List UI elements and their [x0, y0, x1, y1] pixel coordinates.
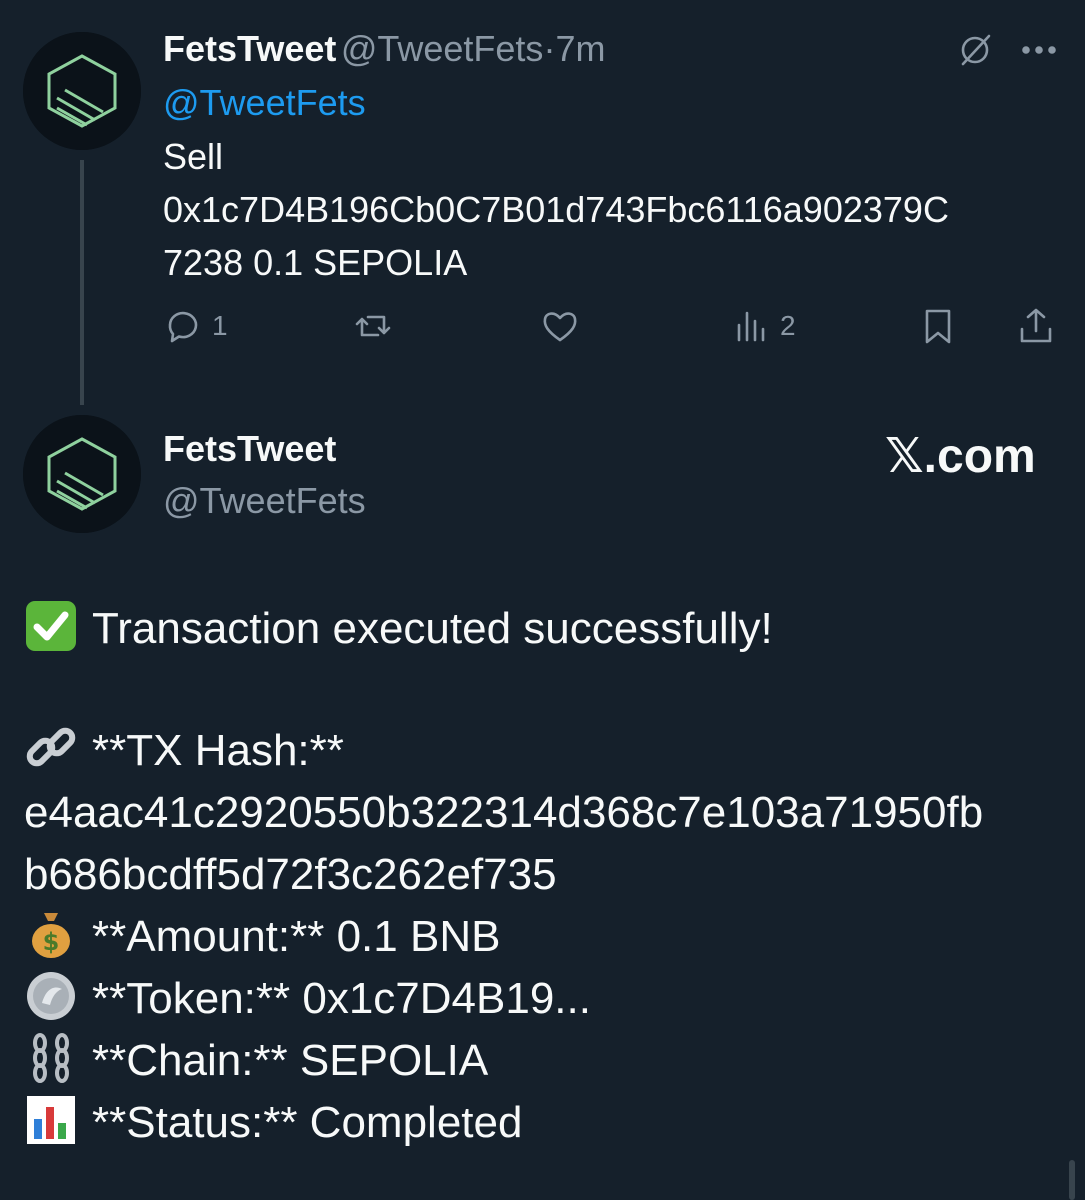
amount-text: **Amount:** 0.1 BNB: [92, 912, 501, 961]
like-button[interactable]: [539, 305, 581, 347]
bookmark-button[interactable]: [917, 305, 959, 347]
bar-chart-emoji-icon: [24, 1093, 78, 1147]
amount-line: $ **Amount:** 0.1 BNB: [24, 906, 1054, 968]
action-bar: 1 2: [162, 305, 1062, 355]
fetstweet-logo-icon: [23, 32, 141, 150]
tweet-header: FetsTweet @TweetFets·7m: [163, 28, 605, 70]
x-brand-label: 𝕏.com: [885, 430, 1036, 483]
tweet-line: 0x1c7D4B196Cb0C7B01d743Fbc6116a902379C: [163, 189, 949, 230]
success-text: Transaction executed successfully!: [92, 604, 773, 653]
tweet-line: Sell: [163, 136, 224, 177]
money-bag-emoji-icon: $: [24, 907, 78, 961]
tweet-text: Sell 0x1c7D4B196Cb0C7B01d743Fbc6116a9023…: [163, 130, 1063, 289]
reply-button[interactable]: 1: [162, 305, 228, 347]
reply-icon: [168, 311, 198, 343]
thread-line: [80, 160, 84, 405]
card-avatar: [23, 415, 141, 533]
views-button[interactable]: 2: [730, 305, 796, 347]
grok-slash-icon[interactable]: [955, 30, 995, 75]
retweet-icon: [355, 315, 391, 337]
reply-count: 1: [212, 310, 228, 341]
tx-label: **TX Hash:**: [92, 726, 344, 775]
success-line: Transaction executed successfully!: [24, 598, 1054, 660]
coin-emoji-icon: [24, 969, 78, 1023]
scrollbar[interactable]: [1069, 1160, 1075, 1200]
timestamp[interactable]: 7m: [555, 28, 605, 69]
tx-hash-line: b686bcdff5d72f3c262ef735: [24, 850, 557, 899]
token-line: **Token:** 0x1c7D4B19...: [24, 968, 1054, 1030]
avatar[interactable]: [23, 32, 141, 150]
card-handle: @TweetFets: [163, 480, 366, 521]
handle[interactable]: @TweetFets: [341, 28, 544, 69]
more-dots-icon[interactable]: [1019, 30, 1059, 75]
share-button[interactable]: [1015, 305, 1057, 347]
tweet-line: 7238 0.1 SEPOLIA: [163, 242, 468, 283]
display-name[interactable]: FetsTweet: [163, 28, 336, 69]
bookmark-icon: [925, 309, 951, 344]
card-display-name: FetsTweet: [163, 428, 337, 469]
chain-line: **Chain:** SEPOLIA: [24, 1030, 1054, 1092]
chains-emoji-icon: [24, 1031, 78, 1085]
status-line: **Status:** Completed: [24, 1092, 1054, 1154]
tx-hash-block: **TX Hash:** e4aac41c2920550b322314d368c…: [24, 720, 1054, 1154]
token-text: **Token:** 0x1c7D4B19...: [92, 974, 591, 1023]
like-heart-icon: [543, 312, 577, 342]
link-emoji-icon: [24, 721, 78, 775]
retweet-button[interactable]: [352, 305, 394, 347]
svg-text:$: $: [43, 928, 60, 956]
views-count: 2: [780, 310, 796, 341]
tx-label-line: **TX Hash:**: [24, 720, 1054, 782]
separator: ·: [543, 28, 556, 69]
share-icon: [1020, 308, 1052, 343]
status-text: **Status:** Completed: [92, 1098, 523, 1147]
views-bar-icon: [737, 311, 765, 342]
tx-hash-line: e4aac41c2920550b322314d368c7e103a71950fb: [24, 788, 984, 837]
fetstweet-logo-icon: [23, 415, 141, 533]
mention-link[interactable]: @TweetFets: [163, 82, 366, 124]
check-mark-emoji-icon: [24, 599, 78, 653]
chain-text: **Chain:** SEPOLIA: [92, 1036, 489, 1085]
